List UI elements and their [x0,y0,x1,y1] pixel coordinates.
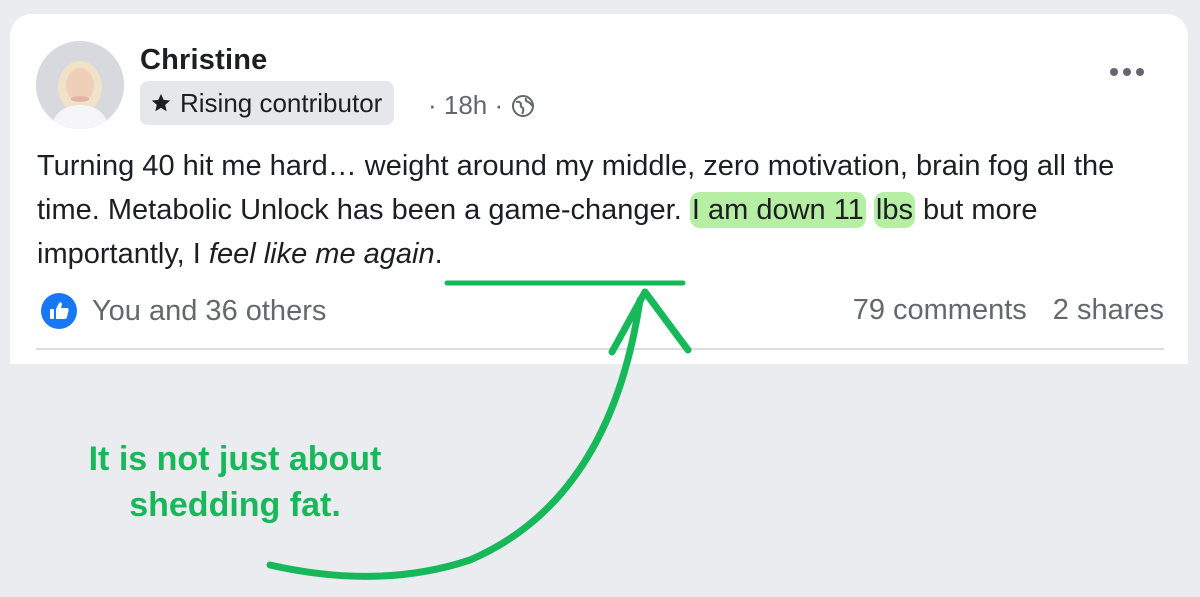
highlight-lbs: lbs [873,192,915,228]
like-icon [41,293,77,329]
body-space [866,194,874,226]
avatar[interactable] [36,41,124,129]
reactions-summary[interactable]: You and 36 others [40,292,326,330]
post-body: Turning 40 hit me hard… weight around my… [37,144,1167,276]
more-options-icon[interactable] [1110,68,1144,76]
star-icon [151,93,171,112]
body-text-end: . [434,238,443,270]
shares-count[interactable]: 2 shares [1053,294,1164,327]
post-meta: · 18h · [428,90,535,121]
highlight-weight-loss: I am down 11 [689,192,866,228]
author-name[interactable]: Christine [140,44,268,77]
comments-count[interactable]: 79 comments [853,294,1027,327]
globe-icon[interactable] [511,94,535,118]
annotation-line-1: It is not just about [88,440,382,478]
contributor-badge[interactable]: Rising contributor [140,81,395,125]
annotation-line-2: shedding fat. [129,486,341,524]
badge-label: Rising contributor [180,87,383,118]
reactions-text: You and 36 others [92,294,327,327]
divider [36,348,1164,350]
post-card: Christine Rising contributor · 18h · Tur… [10,14,1188,364]
italic-phrase: feel like me again [208,238,435,270]
post-time[interactable]: · 18h · [428,90,503,121]
annotation-text: It is not just about shedding fat. [60,436,410,528]
engagement-counts: 79 comments 2 shares [853,294,1164,327]
